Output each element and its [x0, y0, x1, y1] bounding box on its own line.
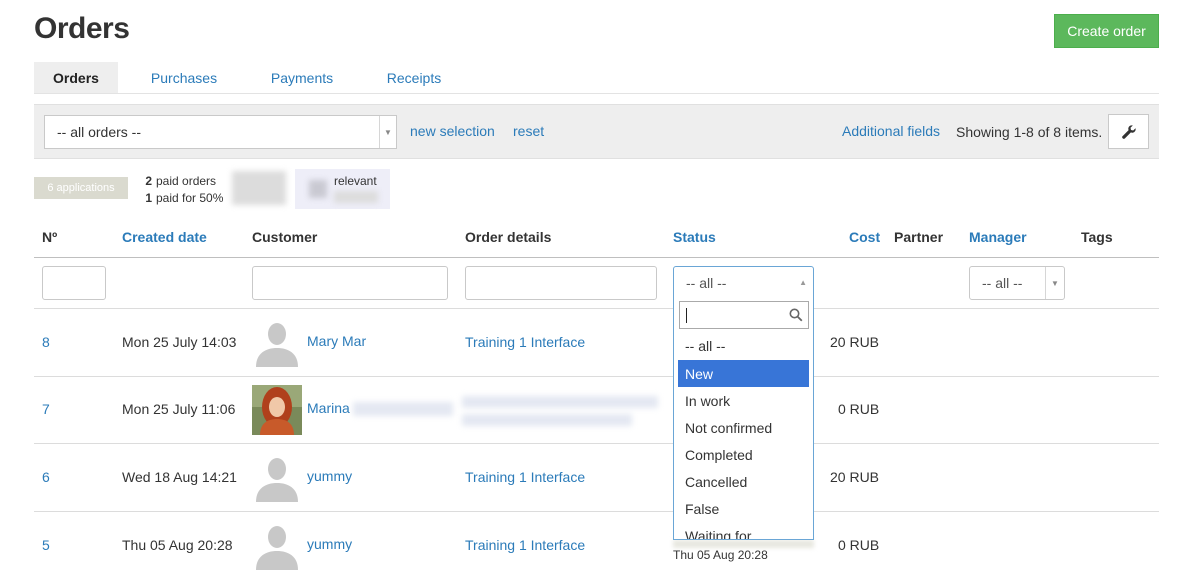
- details-filter-input[interactable]: [465, 266, 657, 300]
- paid-orders-label: paid orders: [156, 174, 217, 188]
- status-option[interactable]: Completed: [678, 441, 809, 468]
- order-date: Wed 18 Aug 14:21: [122, 469, 237, 485]
- row-divider: [34, 308, 1159, 309]
- col-cost[interactable]: Cost: [849, 229, 880, 245]
- settings-button[interactable]: [1108, 114, 1149, 149]
- new-selection-link[interactable]: new selection: [410, 123, 495, 139]
- status-option-highlighted[interactable]: New: [678, 360, 809, 387]
- order-details-link[interactable]: Training 1 Interface: [465, 537, 585, 553]
- blurred-customer-name: [353, 402, 453, 416]
- order-date: Thu 05 Aug 20:28: [122, 537, 233, 553]
- col-partner: Partner: [894, 229, 944, 245]
- dropdown-search-input[interactable]: [679, 301, 809, 329]
- row-divider: [34, 511, 1159, 512]
- row-divider: [34, 443, 1159, 444]
- customer-link[interactable]: Mary Mar: [307, 333, 366, 349]
- chevron-up-icon: ▲: [799, 278, 807, 287]
- order-number-link[interactable]: 7: [42, 401, 50, 417]
- order-details-link[interactable]: Training 1 Interface: [465, 469, 585, 485]
- relevant-label: relevant: [334, 174, 377, 188]
- col-tags: Tags: [1081, 229, 1113, 245]
- blurred-order-details: [462, 396, 658, 408]
- col-customer: Customer: [252, 229, 318, 245]
- customer-link[interactable]: yummy: [307, 536, 352, 552]
- order-number-link[interactable]: 6: [42, 469, 50, 485]
- relevant-box: relevant: [295, 169, 390, 209]
- status-option[interactable]: Cancelled: [678, 468, 809, 495]
- blurred-amount: [232, 171, 286, 205]
- order-cost: 20 RUB: [830, 469, 880, 485]
- manager-filter-select[interactable]: -- all -- ▼: [969, 266, 1065, 300]
- paid-half-label: paid for 50%: [156, 191, 224, 205]
- header-divider: [34, 257, 1159, 258]
- status-option[interactable]: In work: [678, 387, 809, 414]
- order-cost: 0 RUB: [838, 401, 880, 417]
- payment-stats: 2 paid orders 1 paid for 50%: [140, 173, 223, 207]
- reset-link[interactable]: reset: [513, 123, 544, 139]
- order-number-link[interactable]: 8: [42, 334, 50, 350]
- filter-bar: -- all orders -- ▼ new selection reset A…: [34, 104, 1159, 159]
- avatar-placeholder-icon[interactable]: [252, 317, 302, 367]
- avatar-placeholder-icon[interactable]: [252, 452, 302, 502]
- col-manager[interactable]: Manager: [969, 229, 1027, 245]
- create-order-button[interactable]: Create order: [1054, 14, 1159, 48]
- text-caret: [686, 308, 687, 323]
- order-date: Mon 25 July 11:06: [122, 401, 236, 417]
- number-filter-input[interactable]: [42, 266, 106, 300]
- chevron-down-icon[interactable]: ▼: [379, 116, 396, 148]
- order-filter-value: -- all orders --: [57, 124, 142, 140]
- tab-orders[interactable]: Orders: [34, 62, 118, 93]
- col-number: Nº: [42, 229, 58, 245]
- tab-receipts[interactable]: Receipts: [372, 62, 456, 93]
- applications-badge[interactable]: 6 applications: [34, 177, 128, 199]
- paid-orders-count: 2: [145, 174, 152, 188]
- status-filter-select[interactable]: -- all -- ▲: [673, 266, 814, 300]
- tab-purchases[interactable]: Purchases: [142, 62, 226, 93]
- status-option[interactable]: False: [678, 495, 809, 522]
- order-cost: 0 RUB: [838, 537, 880, 553]
- additional-fields-link[interactable]: Additional fields: [842, 123, 940, 139]
- blurred-order-details: [462, 414, 632, 426]
- status-option[interactable]: Waiting for: [678, 522, 809, 540]
- order-number-link[interactable]: 5: [42, 537, 50, 553]
- paid-half-count: 1: [145, 191, 152, 205]
- status-filter-value: -- all --: [686, 275, 727, 291]
- order-filter-select[interactable]: -- all orders -- ▼: [44, 115, 397, 149]
- status-strip: [673, 540, 814, 548]
- customer-link[interactable]: Marina: [307, 400, 350, 416]
- manager-filter-value: -- all --: [982, 275, 1023, 291]
- status-option[interactable]: -- all --: [678, 332, 809, 359]
- customer-filter-input[interactable]: [252, 266, 448, 300]
- tab-bar: Orders Purchases Payments Receipts: [34, 62, 1159, 94]
- col-status[interactable]: Status: [673, 229, 716, 245]
- tab-payments[interactable]: Payments: [260, 62, 344, 93]
- col-created-date[interactable]: Created date: [122, 229, 207, 245]
- customer-link[interactable]: yummy: [307, 468, 352, 484]
- page-title: Orders: [34, 12, 130, 45]
- order-date: Mon 25 July 14:03: [122, 334, 237, 350]
- order-details-link[interactable]: Training 1 Interface: [465, 334, 585, 350]
- blurred-icon: [309, 180, 327, 198]
- wrench-icon: [1121, 124, 1136, 139]
- pagination-summary: Showing 1-8 of 8 items.: [956, 124, 1103, 140]
- search-icon: [789, 308, 803, 322]
- status-date: Thu 05 Aug 20:28: [673, 548, 768, 562]
- avatar-photo[interactable]: [252, 385, 302, 435]
- row-divider: [34, 376, 1159, 377]
- col-order-details: Order details: [465, 229, 552, 245]
- status-dropdown: -- all -- New In work Not confirmed Comp…: [673, 299, 814, 540]
- chevron-down-icon[interactable]: ▼: [1045, 267, 1064, 299]
- avatar-placeholder-icon[interactable]: [252, 520, 302, 570]
- status-option[interactable]: Not confirmed: [678, 414, 809, 441]
- order-cost: 20 RUB: [830, 334, 880, 350]
- blurred-value: [334, 191, 378, 203]
